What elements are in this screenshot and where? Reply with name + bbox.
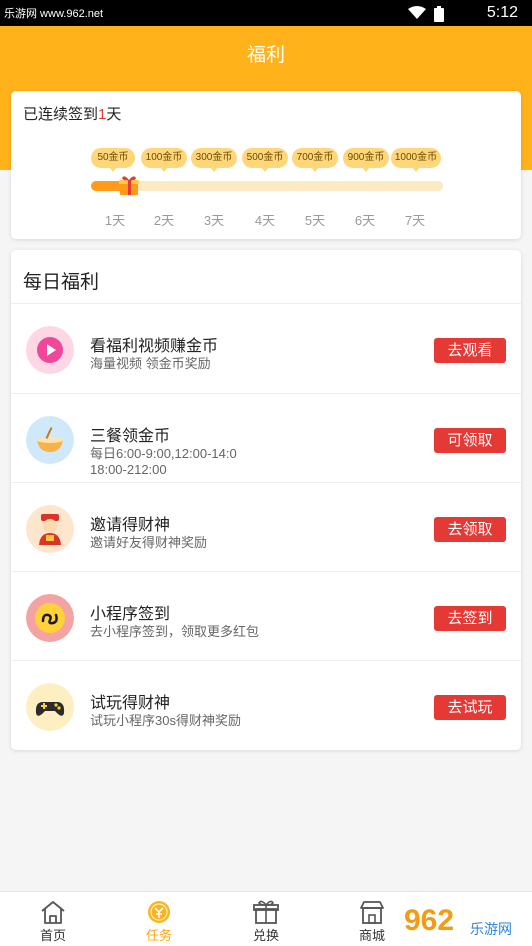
gift-icon xyxy=(119,176,139,195)
home-icon xyxy=(41,901,65,924)
tab-home[interactable]: 首页 xyxy=(13,892,93,946)
tab-tasks[interactable]: 任务 xyxy=(119,892,199,946)
checkin-progress-track xyxy=(91,181,443,191)
day-label-2: 2天 xyxy=(153,213,175,228)
wifi-icon xyxy=(408,6,426,19)
day-label-7: 7天 xyxy=(404,213,426,228)
task-desc: 每日6:00-9:00,12:00-14:0 18:00-212:00 xyxy=(90,446,237,477)
day-label-4: 4天 xyxy=(254,213,276,228)
status-bar: 乐游网 www.962.net 5:12 xyxy=(0,0,532,26)
tab-label: 首页 xyxy=(39,928,66,943)
play-icon xyxy=(26,326,74,374)
task-desc: 海量视频 领金币奖励 xyxy=(90,356,211,371)
status-icons xyxy=(408,6,444,22)
coin-icon xyxy=(148,901,170,923)
reward-pill-day4: 500金币 xyxy=(242,148,288,172)
checkin-mini-program-button[interactable]: 去签到 xyxy=(434,606,506,631)
reward-pill-day6: 900金币 xyxy=(343,148,389,172)
fortune-god-icon xyxy=(26,505,74,553)
task-row-invite-fortune: 邀请得财神 邀请好友得财神奖励 去领取 xyxy=(11,482,521,572)
day-label-6: 6天 xyxy=(354,213,376,228)
gift-icon xyxy=(253,900,279,924)
invite-claim-button[interactable]: 去领取 xyxy=(434,517,506,542)
mini-program-icon xyxy=(26,594,74,642)
reward-pill-day1: 50金币 xyxy=(91,148,135,172)
status-time: 5:12 xyxy=(486,4,518,21)
tab-label: 任务 xyxy=(145,928,172,943)
task-desc: 去小程序签到，领取更多红包 xyxy=(90,624,260,639)
site-watermark: 962 乐游网 xyxy=(398,900,526,940)
tab-exchange[interactable]: 兑换 xyxy=(226,892,306,946)
reward-pill-day2: 100金币 xyxy=(141,148,187,172)
checkin-streak: 已连续签到1天 xyxy=(23,103,121,124)
task-row-watch-video: 看福利视频赚金币 海量视频 领金币奖励 去观看 xyxy=(11,303,521,393)
checkin-prefix: 已连续签到 xyxy=(23,106,99,123)
watermark-sub: 乐游网 xyxy=(470,922,512,938)
trial-play-button[interactable]: 去试玩 xyxy=(434,695,506,720)
day-label-5: 5天 xyxy=(304,213,326,228)
task-name: 看福利视频赚金币 xyxy=(90,338,219,355)
task-row-trial-play: 试玩得财神 试玩小程序30s得财神奖励 去试玩 xyxy=(11,660,521,750)
checkin-suffix: 天 xyxy=(106,106,122,123)
tab-label: 兑换 xyxy=(252,928,279,943)
reward-pill-day5: 700金币 xyxy=(292,148,338,172)
battery-icon xyxy=(434,6,444,22)
reward-pill-day3: 300金币 xyxy=(191,148,237,172)
task-row-meal-coins: 三餐领金币 每日6:00-9:00,12:00-14:0 18:00-212:0… xyxy=(11,393,521,483)
task-name: 三餐领金币 xyxy=(90,428,171,445)
claim-meal-button[interactable]: 可领取 xyxy=(434,428,506,453)
task-desc: 邀请好友得财神奖励 xyxy=(90,535,208,550)
task-name: 小程序签到 xyxy=(90,606,171,623)
page-title: 福利 xyxy=(246,45,285,66)
gamepad-icon xyxy=(26,683,74,731)
daily-welfare-card: 每日福利 看福利视频赚金币 海量视频 领金币奖励 去观看 三餐领金币 每日6:0… xyxy=(11,250,521,750)
day-label-3: 3天 xyxy=(203,213,225,228)
bowl-icon xyxy=(26,416,74,464)
task-desc: 试玩小程序30s得财神奖励 xyxy=(90,713,241,728)
store-icon xyxy=(360,901,384,924)
site-tag: 乐游网 www.962.net xyxy=(4,8,104,20)
task-name: 邀请得财神 xyxy=(90,517,171,534)
watch-video-button[interactable]: 去观看 xyxy=(434,338,506,363)
checkin-card: 已连续签到1天 50金币 100金币 300金币 500金币 700金币 900… xyxy=(11,91,521,239)
watermark-digits: 962 xyxy=(404,904,454,937)
day-label-1: 1天 xyxy=(104,213,126,228)
task-row-mini-program-checkin: 小程序签到 去小程序签到，领取更多红包 去签到 xyxy=(11,571,521,661)
section-title: 每日福利 xyxy=(23,272,100,293)
reward-pill-day7: 1000金币 xyxy=(391,148,441,172)
task-name: 试玩得财神 xyxy=(90,695,171,712)
